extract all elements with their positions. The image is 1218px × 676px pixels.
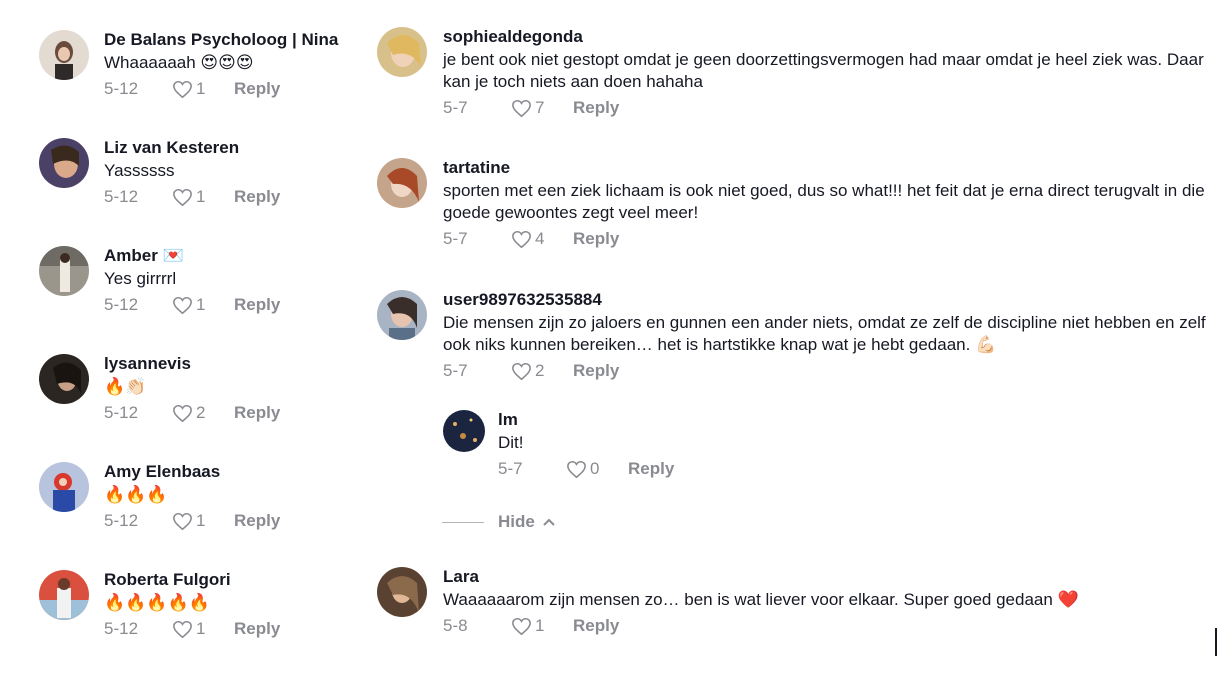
like-count: 2 — [196, 403, 206, 422]
reply-button[interactable]: Reply — [573, 229, 619, 249]
text-cursor — [1215, 628, 1217, 656]
avatar[interactable] — [39, 462, 89, 512]
comment-text: 🔥🔥🔥 — [104, 485, 168, 505]
comment-text: Waaaaaarom zijn mensen zo… ben is wat li… — [443, 590, 1079, 609]
like-button[interactable]: 1 — [172, 187, 234, 207]
like-button[interactable]: 1 — [172, 79, 234, 99]
like-count: 1 — [196, 79, 206, 98]
chevron-up-icon — [543, 518, 555, 526]
comment-text: Yassssss — [104, 161, 175, 180]
comment-text: Dit! — [498, 433, 524, 452]
heart-icon — [173, 188, 192, 206]
like-button[interactable]: 7 — [511, 98, 573, 118]
like-count: 1 — [196, 187, 206, 206]
avatar[interactable] — [377, 567, 427, 617]
like-count: 1 — [196, 619, 206, 638]
comment-text: 🔥🔥🔥🔥🔥 — [104, 593, 210, 613]
like-button[interactable]: 2 — [172, 403, 234, 423]
comment-username[interactable]: tartatine — [443, 158, 1218, 178]
comment-username[interactable]: Amy Elenbaas — [104, 462, 364, 482]
like-button[interactable]: 1 — [172, 295, 234, 315]
comment-date: 5-12 — [104, 403, 139, 422]
comment-date: 5-12 — [104, 79, 139, 98]
like-count: 4 — [535, 229, 545, 248]
reply-button[interactable]: Reply — [573, 98, 619, 118]
reply-button[interactable]: Reply — [573, 361, 619, 381]
comment-text: je bent ook niet gestopt omdat je geen d… — [443, 50, 1204, 91]
reply-button[interactable]: Reply — [234, 619, 280, 639]
comment-date: 5-12 — [104, 295, 139, 314]
like-button[interactable]: 1 — [511, 616, 573, 636]
comment-text: sporten met een ziek lichaam is ook niet… — [443, 181, 1205, 222]
comment-username[interactable]: Amber 💌 — [104, 246, 364, 266]
comment-date: 5-7 — [498, 459, 523, 478]
avatar[interactable] — [377, 27, 427, 77]
comment-date: 5-12 — [104, 187, 139, 206]
comment-username[interactable]: Liz van Kesteren — [104, 138, 364, 158]
avatar[interactable] — [39, 30, 89, 80]
heart-icon — [173, 512, 192, 530]
comment-date: 5-12 — [104, 511, 139, 530]
comment-username[interactable]: lysannevis — [104, 354, 364, 374]
comment-text: Yes girrrrl — [104, 269, 177, 288]
comment-username[interactable]: sophiealdegonda — [443, 27, 1218, 47]
avatar[interactable] — [39, 570, 89, 620]
avatar[interactable] — [377, 158, 427, 208]
avatar[interactable] — [377, 290, 427, 340]
heart-icon — [567, 460, 586, 478]
heart-icon — [173, 80, 192, 98]
like-count: 0 — [590, 459, 600, 478]
comment-username[interactable]: user9897632535884 — [443, 290, 1218, 310]
comment-date: 5-7 — [443, 98, 468, 117]
reply-button[interactable]: Reply — [573, 616, 619, 636]
comment-text: Whaaaaaah 😍😍😍 — [104, 53, 254, 72]
like-button[interactable]: 1 — [172, 619, 234, 639]
comment-username[interactable]: De Balans Psycholoog | Nina — [104, 30, 364, 50]
comment-date: 5-8 — [443, 616, 468, 635]
comment-date: 5-12 — [104, 619, 139, 638]
avatar[interactable] — [39, 246, 89, 296]
reply-button[interactable]: Reply — [628, 459, 674, 479]
avatar[interactable] — [39, 354, 89, 404]
heart-icon — [512, 362, 531, 380]
heart-icon — [173, 296, 192, 314]
hide-label: Hide — [498, 512, 535, 531]
like-count: 1 — [196, 511, 206, 530]
avatar[interactable] — [39, 138, 89, 188]
comment-date: 5-7 — [443, 361, 468, 380]
reply-button[interactable]: Reply — [234, 511, 280, 531]
comment-text: Die mensen zijn zo jaloers en gunnen een… — [443, 313, 1206, 354]
comment-username[interactable]: Roberta Fulgori — [104, 570, 364, 590]
comment-text: 🔥👏🏻 — [104, 377, 147, 397]
like-count: 1 — [196, 295, 206, 314]
heart-icon — [173, 620, 192, 638]
reply-button[interactable]: Reply — [234, 187, 280, 207]
avatar[interactable] — [443, 410, 485, 452]
divider — [442, 521, 484, 523]
hide-replies-button[interactable]: Hide — [442, 512, 555, 532]
like-count: 2 — [535, 361, 545, 380]
reply-button[interactable]: Reply — [234, 79, 280, 99]
comment-username[interactable]: Lara — [443, 567, 1218, 587]
reply-button[interactable]: Reply — [234, 295, 280, 315]
like-button[interactable]: 2 — [511, 361, 573, 381]
like-count: 1 — [535, 616, 545, 635]
like-count: 7 — [535, 98, 545, 117]
heart-icon — [173, 404, 192, 422]
heart-icon — [512, 99, 531, 117]
comment-date: 5-7 — [443, 229, 468, 248]
like-button[interactable]: 1 — [172, 511, 234, 531]
heart-icon — [512, 230, 531, 248]
like-button[interactable]: 0 — [566, 459, 628, 479]
reply-button[interactable]: Reply — [234, 403, 280, 423]
comment-username[interactable]: lm — [498, 410, 798, 430]
heart-icon — [512, 617, 531, 635]
like-button[interactable]: 4 — [511, 229, 573, 249]
